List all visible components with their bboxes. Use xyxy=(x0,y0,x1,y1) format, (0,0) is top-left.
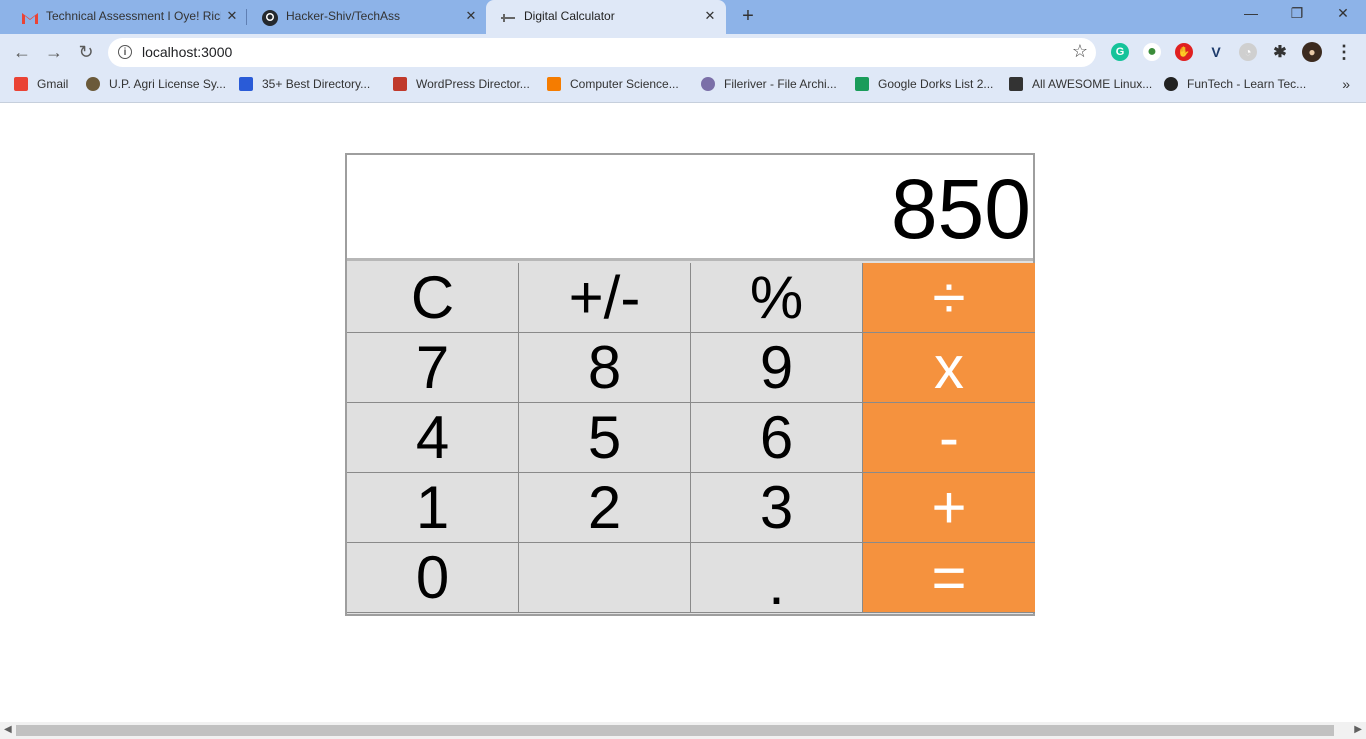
vimeo-extension-icon[interactable]: V xyxy=(1207,43,1225,61)
tab-technical-assessment[interactable]: Technical Assessment I Oye! Rick ✕ xyxy=(8,0,246,34)
bookmark-computer-science[interactable]: Computer Science... xyxy=(547,77,679,91)
check-icon xyxy=(239,77,253,91)
key-percent[interactable]: % xyxy=(691,263,863,333)
address-bar[interactable]: i localhost:3000 ☆ xyxy=(108,38,1096,67)
site-info-icon[interactable]: i xyxy=(118,45,132,59)
minimize-button[interactable]: — xyxy=(1236,5,1266,21)
reload-button[interactable]: ↻ xyxy=(74,40,98,64)
scroll-right-icon[interactable]: ▶ xyxy=(1354,724,1362,735)
key-sign-toggle[interactable]: +/- xyxy=(519,263,691,333)
funtech-icon xyxy=(1164,77,1178,91)
bookmark-fileriver[interactable]: Fileriver - File Archi... xyxy=(701,77,837,91)
puzzle-extensions-icon[interactable]: ✱ xyxy=(1271,43,1289,61)
wordpress-icon xyxy=(393,77,407,91)
gmail-icon xyxy=(14,77,28,91)
display-value: 850 xyxy=(890,162,1031,256)
bookmark-label: Computer Science... xyxy=(570,77,679,91)
calculator: 850 C +/- % ÷ 7 8 9 x 4 5 6 - 1 2 3 + 0 … xyxy=(345,153,1035,616)
bookmark-awesome-linux[interactable]: All AWESOME Linux... xyxy=(1009,77,1152,91)
gmail-icon xyxy=(22,10,38,26)
key-6[interactable]: 6 xyxy=(691,403,863,473)
horizontal-scrollbar[interactable]: ◀ ▶ xyxy=(0,722,1366,739)
key-5[interactable]: 5 xyxy=(519,403,691,473)
bookmark-directory[interactable]: 35+ Best Directory... xyxy=(239,77,370,91)
tab-strip: Technical Assessment I Oye! Rick ✕ Hacke… xyxy=(0,0,1366,34)
bookmark-label: All AWESOME Linux... xyxy=(1032,77,1153,91)
key-8[interactable]: 8 xyxy=(519,333,691,403)
bookmark-label: WordPress Director... xyxy=(416,77,530,91)
key-decimal[interactable]: . xyxy=(691,543,863,614)
key-4[interactable]: 4 xyxy=(347,403,519,473)
menu-dots-icon[interactable]: ⋮ xyxy=(1335,42,1353,62)
key-2[interactable]: 2 xyxy=(519,473,691,543)
window-close-button[interactable]: ✕ xyxy=(1328,5,1358,22)
calculator-display: 850 xyxy=(347,155,1033,261)
tab-close-icon[interactable]: ✕ xyxy=(224,8,240,24)
bookmarks-bar: Gmail U.P. Agri License Sy... 35+ Best D… xyxy=(0,70,1366,103)
tab-close-icon[interactable]: ✕ xyxy=(463,8,479,24)
bookmarks-overflow-button[interactable]: » xyxy=(1342,76,1350,92)
url-text[interactable]: localhost:3000 xyxy=(142,44,232,60)
foss-icon xyxy=(1009,77,1023,91)
globe-extension-icon[interactable]: ● xyxy=(1143,43,1161,61)
bookmark-up-agri[interactable]: U.P. Agri License Sy... xyxy=(86,77,226,91)
bookmark-label: Google Dorks List 2... xyxy=(878,77,994,91)
compass-extension-icon[interactable]: ◔ xyxy=(1239,43,1257,61)
key-3[interactable]: 3 xyxy=(691,473,863,543)
bookmark-wordpress[interactable]: WordPress Director... xyxy=(393,77,530,91)
adblock-icon[interactable]: ✋ xyxy=(1175,43,1193,61)
bookmark-gmail[interactable]: Gmail xyxy=(14,77,68,91)
bookmark-label: Gmail xyxy=(37,77,69,91)
page-icon xyxy=(500,10,516,26)
key-subtract[interactable]: - xyxy=(863,403,1035,473)
scrollbar-thumb[interactable] xyxy=(16,725,1334,736)
profile-avatar[interactable]: ● xyxy=(1302,42,1322,62)
tab-title: Technical Assessment I Oye! Rick xyxy=(46,9,221,23)
github-icon xyxy=(262,10,278,26)
grammarly-icon[interactable]: G xyxy=(1111,43,1129,61)
tab-close-icon[interactable]: ✕ xyxy=(702,8,718,24)
bookmark-label: 35+ Best Directory... xyxy=(262,77,371,91)
bookmark-star-icon[interactable]: ☆ xyxy=(1072,41,1088,62)
key-multiply[interactable]: x xyxy=(863,333,1035,403)
bookmark-funtech[interactable]: FunTech - Learn Tec... xyxy=(1164,77,1306,91)
bookmark-label: Fileriver - File Archi... xyxy=(724,77,837,91)
scroll-left-icon[interactable]: ◀ xyxy=(4,724,12,735)
key-0[interactable]: 0 xyxy=(347,543,519,613)
key-7[interactable]: 7 xyxy=(347,333,519,403)
tab-divider xyxy=(246,9,247,25)
restore-button[interactable]: ❐ xyxy=(1282,5,1312,22)
emblem-icon xyxy=(86,77,100,91)
forward-button[interactable]: → xyxy=(42,40,66,64)
key-blank[interactable] xyxy=(519,543,691,613)
key-clear[interactable]: C xyxy=(347,263,519,333)
key-9[interactable]: 9 xyxy=(691,333,863,403)
back-button[interactable]: ← xyxy=(10,40,34,64)
new-tab-button[interactable]: + xyxy=(738,6,758,26)
key-add[interactable]: + xyxy=(863,473,1035,543)
key-equals[interactable]: = xyxy=(863,543,1035,613)
bookmark-label: FunTech - Learn Tec... xyxy=(1187,77,1307,91)
tab-digital-calculator[interactable]: Digital Calculator ✕ xyxy=(486,0,726,34)
bookmark-google-dorks[interactable]: Google Dorks List 2... xyxy=(855,77,993,91)
tab-github[interactable]: Hacker-Shiv/TechAss ✕ xyxy=(248,0,486,34)
browser-toolbar: ← → ↻ i localhost:3000 ☆ G ● ✋ V ◔ ✱ ● ⋮ xyxy=(0,34,1366,70)
blogger-icon xyxy=(547,77,561,91)
key-1[interactable]: 1 xyxy=(347,473,519,543)
bookmark-label: U.P. Agri License Sy... xyxy=(109,77,226,91)
fileriver-icon xyxy=(701,77,715,91)
tab-title: Hacker-Shiv/TechAss xyxy=(286,9,401,23)
tab-title: Digital Calculator xyxy=(524,9,615,23)
key-divide[interactable]: ÷ xyxy=(863,263,1035,333)
google-dorks-icon xyxy=(855,77,869,91)
